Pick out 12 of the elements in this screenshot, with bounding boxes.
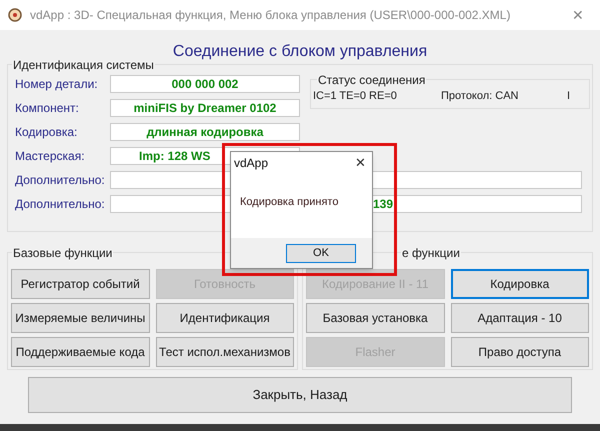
status-text: IC=1 TE=0 RE=0 xyxy=(313,88,398,104)
field-label: Мастерская: xyxy=(15,148,86,165)
window-title: vdApp : 3D- Специальная функция, Меню блока управления (USER\000-000-002.XML) xyxy=(30,7,512,24)
status-indicator: I xyxy=(567,88,570,104)
field-label: Номер детали: xyxy=(15,76,99,93)
field-label: Кодировка: xyxy=(15,124,78,141)
protocol-text: Протокол: CAN xyxy=(441,88,520,104)
field-label: Компонент: xyxy=(15,100,80,117)
field-label: Дополнительно: xyxy=(15,172,106,189)
dialog-message: Кодировка принято xyxy=(239,195,340,210)
field-label: Дополнительно: xyxy=(15,196,106,213)
heading: Соединение с блоком управления xyxy=(172,42,428,62)
